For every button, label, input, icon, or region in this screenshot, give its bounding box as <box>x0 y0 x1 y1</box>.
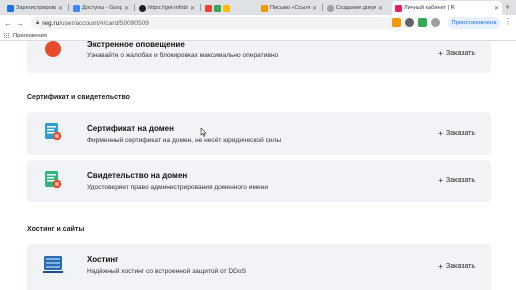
forward-icon[interactable]: → <box>14 17 26 29</box>
close-icon[interactable]: ✕ <box>58 5 63 12</box>
tab-title: Личный кабинет | R <box>404 5 455 11</box>
card-description: Фирменный сертификат на домен, не несёт … <box>87 137 282 144</box>
service-card-emergency-alert: Экстренное оповещение Узнавайте о жалоба… <box>27 41 491 73</box>
tab-favicon-icon <box>73 4 80 12</box>
browser-tab[interactable]: Создание докумен ✕ <box>324 1 386 15</box>
extension-icon[interactable] <box>405 18 414 27</box>
address-bar[interactable]: 🔒︎ reg.ru/user/account/#/card/50090509 <box>31 17 411 29</box>
browser-tab[interactable]: Зарегистрировать Х ✕ <box>4 1 66 15</box>
tab-favicon-icon <box>139 4 146 12</box>
close-icon[interactable]: ✕ <box>312 5 317 12</box>
extension-icon[interactable] <box>418 18 427 27</box>
close-icon[interactable]: ✕ <box>378 5 383 12</box>
document-icon <box>45 171 62 189</box>
browser-tab-group[interactable] <box>202 1 258 15</box>
card-title: Экстренное оповещение <box>87 41 185 49</box>
tab-title: Создание докумен <box>336 5 376 11</box>
card-description: Узнавайте о жалобах и блокировках максим… <box>87 52 279 59</box>
bookmarks-bar: Приложения <box>0 31 516 41</box>
apps-grid-icon[interactable] <box>4 32 10 39</box>
tab-title: Письмо «Ссылка д <box>270 5 310 11</box>
browser-tab[interactable]: Доступы - Google Д ✕ <box>70 1 132 15</box>
mouse-cursor-icon <box>200 128 207 137</box>
card-description: Удостоверяет право администрирования дом… <box>87 184 269 191</box>
close-icon[interactable]: ✕ <box>494 5 499 12</box>
bookmark-apps-label[interactable]: Приложения <box>13 33 47 39</box>
alert-icon <box>45 41 61 57</box>
new-tab-icon[interactable]: + <box>505 2 510 12</box>
section-title-certificates: Сертификат и свидетельство <box>27 94 130 101</box>
browser-tab[interactable]: Письмо «Ссылка д ✕ <box>258 1 320 15</box>
extension-icon[interactable] <box>392 18 401 27</box>
tab-favicon-icon <box>205 4 212 12</box>
card-title: Свидетельство на домен <box>87 171 188 180</box>
service-card-hosting: Хостинг Надёжный хостинг со встроенной з… <box>27 244 491 290</box>
browser-tab-strip: Зарегистрировать Х ✕ Доступы - Google Д … <box>0 0 516 15</box>
profile-status-chip[interactable]: Приостановлена <box>448 17 500 29</box>
tab-favicon-icon <box>261 4 268 12</box>
close-icon[interactable]: ✕ <box>190 5 195 12</box>
lock-icon: 🔒︎ <box>36 19 40 26</box>
order-button-label: Заказать <box>446 50 475 57</box>
tab-favicon-icon <box>327 4 334 12</box>
order-button-label: Заказать <box>446 177 475 184</box>
tab-title: Зарегистрировать Х <box>16 5 56 11</box>
service-card-domain-certificate: Сертификат на домен Фирменный сертификат… <box>27 112 491 155</box>
order-button-label: Заказать <box>446 130 475 137</box>
url-path: /user/account/#/card/50090509 <box>59 19 149 27</box>
order-button[interactable]: + Заказать <box>438 262 475 271</box>
server-icon <box>43 256 63 273</box>
extension-icon[interactable] <box>431 18 440 27</box>
tab-title: Доступы - Google Д <box>82 5 122 11</box>
tab-title: https://get-infobiz <box>148 5 188 11</box>
page-content: Экстренное оповещение Узнавайте о жалоба… <box>0 41 516 290</box>
url-host: reg.ru <box>42 19 60 27</box>
certificate-icon <box>45 123 62 141</box>
card-title: Сертификат на домен <box>87 124 174 133</box>
card-title: Хостинг <box>87 255 119 264</box>
plus-icon: + <box>438 129 444 138</box>
browser-tab[interactable]: https://get-infobiz ✕ <box>136 1 198 15</box>
order-button[interactable]: + Заказать <box>438 129 475 138</box>
service-card-domain-testimony: Свидетельство на домен Удостоверяет прав… <box>27 160 491 202</box>
menu-dots-icon[interactable]: ⋮ <box>504 17 512 26</box>
plus-icon: + <box>438 176 444 185</box>
plus-icon: + <box>438 262 444 271</box>
tab-favicon-icon <box>214 4 221 12</box>
tab-favicon-icon <box>7 4 14 12</box>
plus-icon: + <box>438 49 444 58</box>
tab-favicon-icon <box>395 4 402 12</box>
tab-favicon-icon <box>223 4 230 12</box>
section-title-hosting: Хостинг и сайты <box>27 226 85 233</box>
order-button-label: Заказать <box>446 263 475 270</box>
order-button[interactable]: + Заказать <box>438 176 475 185</box>
browser-toolbar: ← → 🔒︎ reg.ru/user/account/#/card/500905… <box>0 15 516 31</box>
card-description: Надёжный хостинг со встроенной защитой о… <box>87 268 246 275</box>
order-button[interactable]: + Заказать <box>438 49 475 58</box>
close-icon[interactable]: ✕ <box>124 5 129 12</box>
browser-tab-active[interactable]: Личный кабинет | R ✕ <box>392 1 502 15</box>
back-icon[interactable]: ← <box>2 17 14 29</box>
